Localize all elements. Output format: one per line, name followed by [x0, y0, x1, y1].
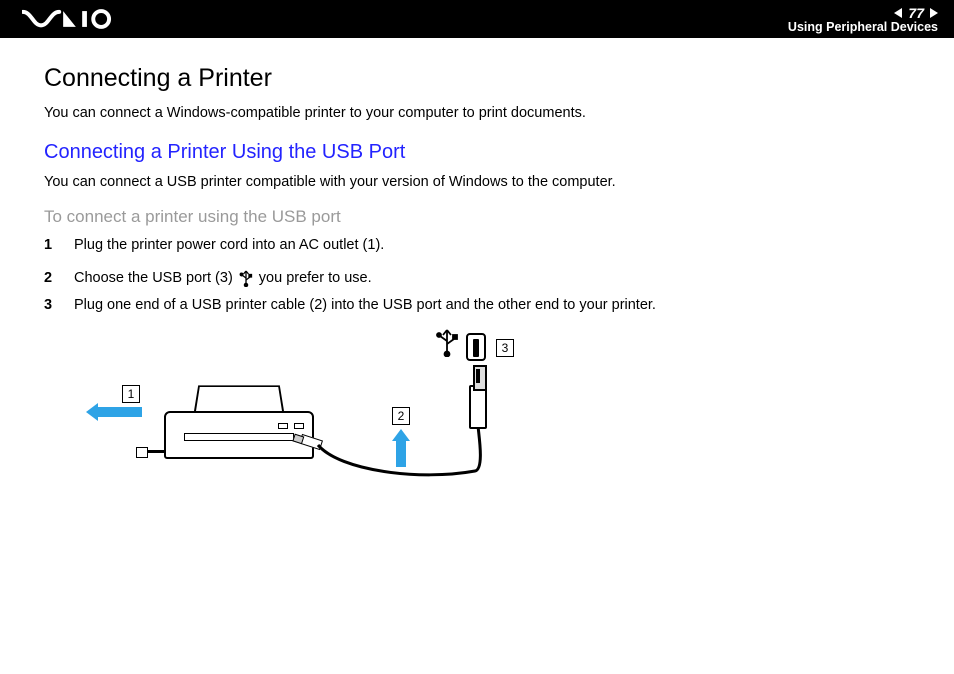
section-heading-usb: Connecting a Printer Using the USB Port: [44, 141, 910, 164]
step-text: Plug the printer power cord into an AC o…: [74, 237, 910, 253]
next-page-arrow-icon[interactable]: [930, 8, 938, 18]
usb-icon: [239, 269, 253, 287]
diagram-callout-1: 1: [122, 385, 140, 403]
usb-symbol-icon: [434, 327, 460, 362]
header-bar: 77 Using Peripheral Devices: [0, 0, 954, 38]
step-text: Choose the USB port (3) you prefer to us…: [74, 269, 910, 287]
procedure-steps: 1 Plug the printer power cord into an AC…: [44, 237, 910, 313]
page-content: Connecting a Printer You can connect a W…: [0, 38, 954, 505]
header-right: 77 Using Peripheral Devices: [788, 5, 938, 34]
vaio-logo: [22, 9, 117, 29]
page-number: 77: [908, 5, 924, 21]
step-item: 1 Plug the printer power cord into an AC…: [44, 237, 910, 253]
page-title: Connecting a Printer: [44, 64, 910, 93]
step-number: 3: [44, 297, 74, 313]
usb-cable-illustration: [310, 421, 495, 481]
page-nav: 77: [894, 5, 938, 21]
procedure-heading: To connect a printer using the USB port: [44, 207, 910, 227]
step-item: 3 Plug one end of a USB printer cable (2…: [44, 297, 910, 313]
usb-plug-illustration: [469, 385, 487, 429]
intro-text: You can connect a Windows-compatible pri…: [44, 103, 910, 123]
diagram-arrow-1: [98, 407, 142, 417]
section-breadcrumb: Using Peripheral Devices: [788, 20, 938, 34]
connection-diagram: 1 2 3: [64, 325, 544, 505]
diagram-callout-3: 3: [496, 339, 514, 357]
printer-illustration: [164, 381, 314, 459]
step-number: 1: [44, 237, 74, 253]
step-text: Plug one end of a USB printer cable (2) …: [74, 297, 910, 313]
step-item: 2 Choose the USB port (3) you prefer to …: [44, 269, 910, 287]
usb-port-illustration: [466, 333, 486, 361]
section-intro-usb: You can connect a USB printer compatible…: [44, 172, 910, 192]
step-number: 2: [44, 270, 74, 286]
prev-page-arrow-icon[interactable]: [894, 8, 902, 18]
